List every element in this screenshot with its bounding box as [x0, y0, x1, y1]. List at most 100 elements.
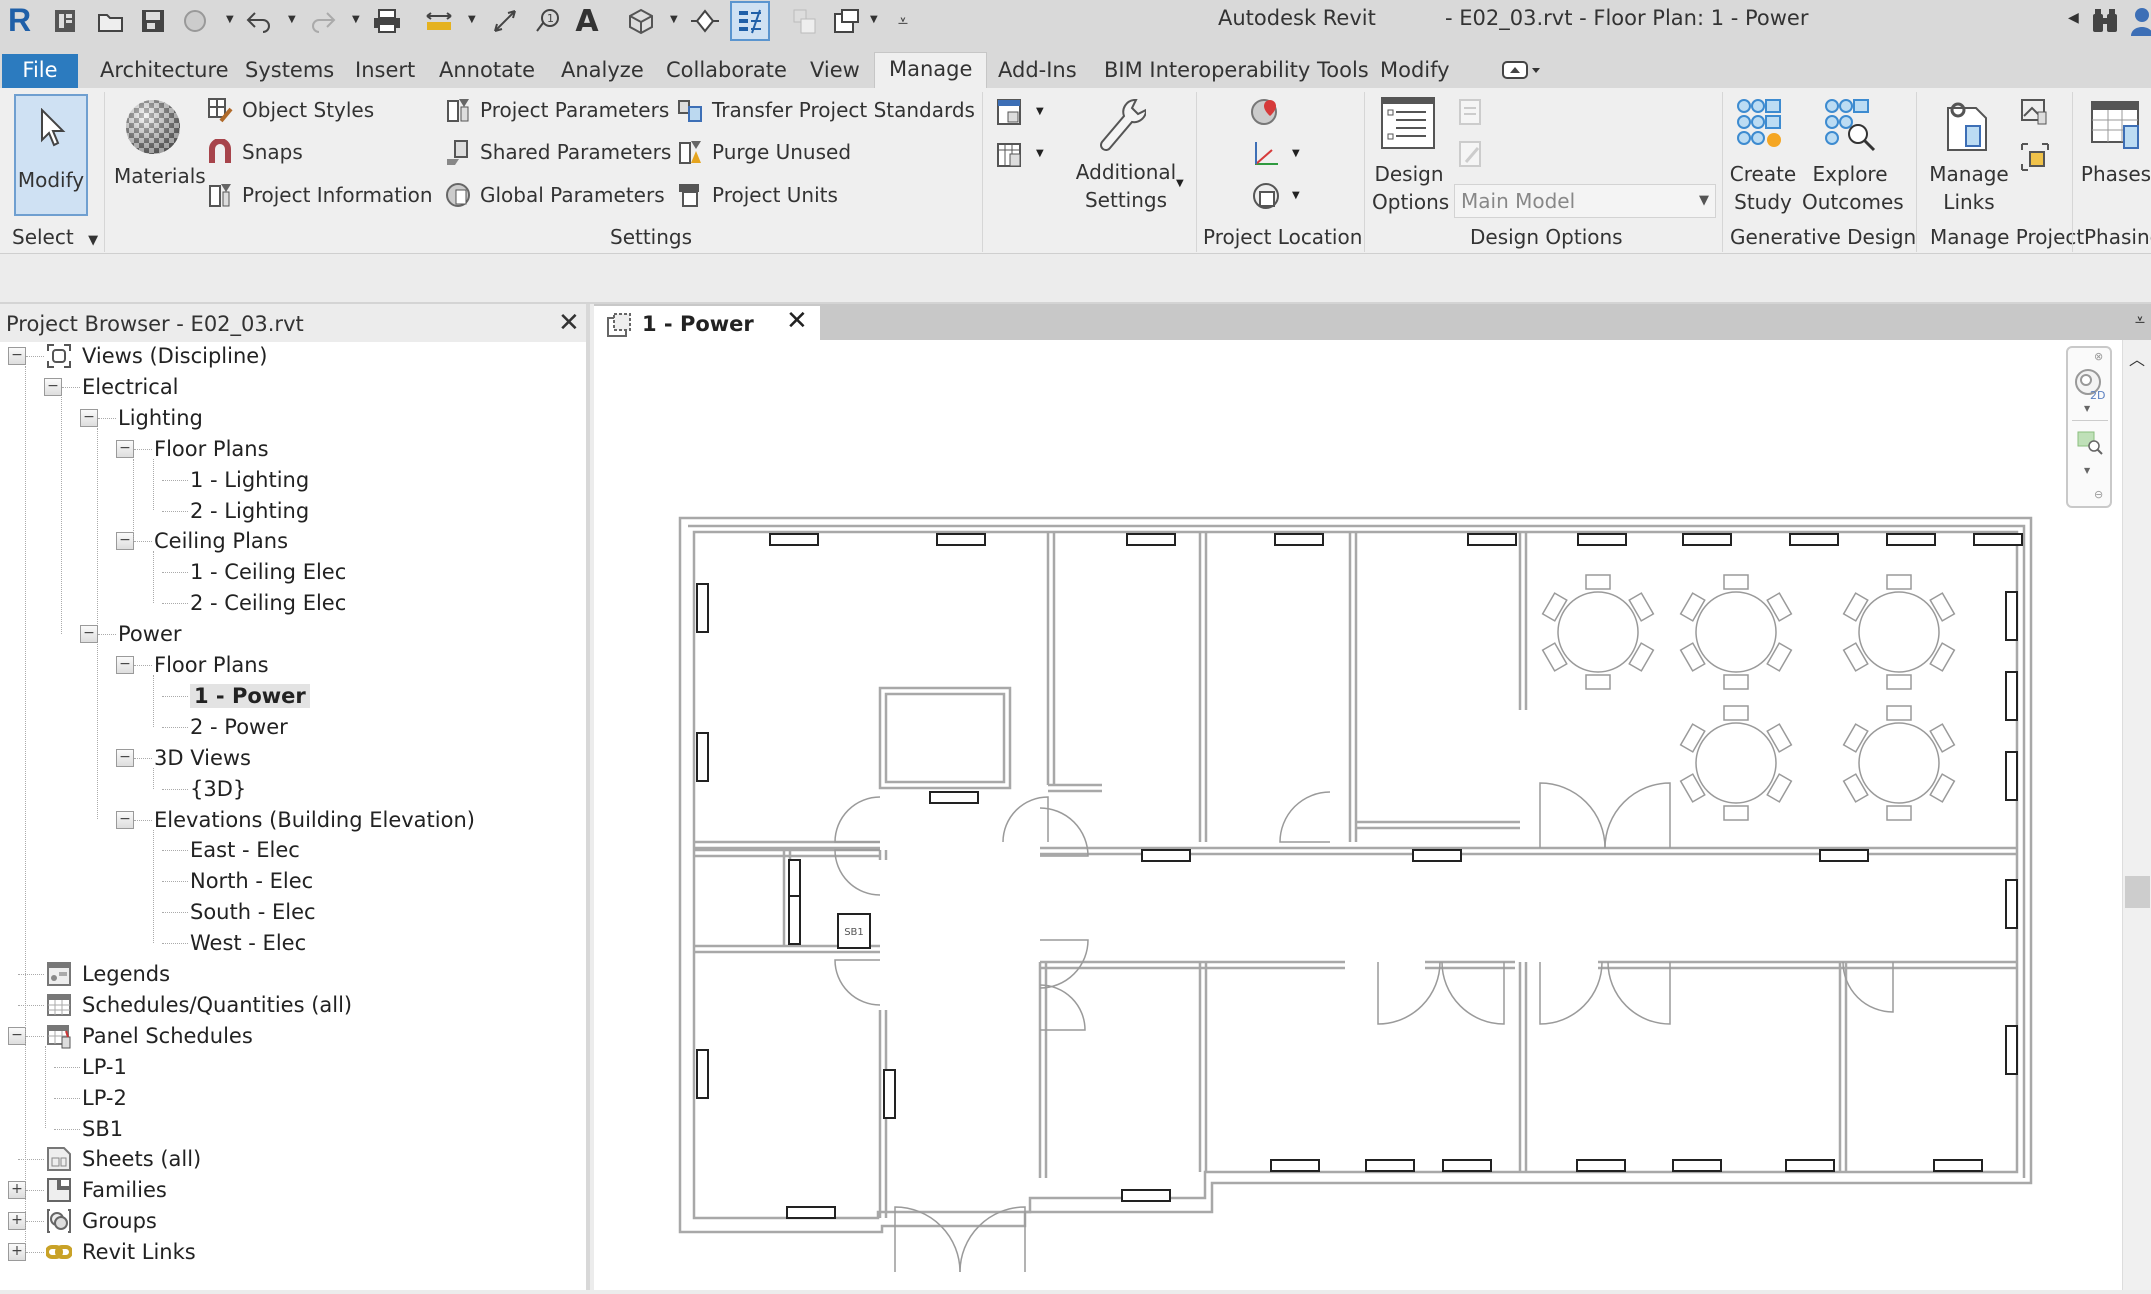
home-icon[interactable] — [50, 6, 80, 36]
tab-modify[interactable]: Modify — [1380, 54, 1450, 88]
project-information-button[interactable]: Project Information — [206, 179, 433, 211]
tab-collaborate[interactable]: Collaborate — [666, 54, 787, 88]
explore-outcomes-button[interactable]: Explore Outcomes — [1802, 92, 1904, 222]
modify-button[interactable]: Modify — [14, 94, 88, 216]
tab-add-ins[interactable]: Add-Ins — [998, 54, 1077, 88]
tag-icon[interactable]: 1 — [532, 6, 562, 36]
collapse-toggle-icon[interactable]: − — [116, 532, 134, 551]
undo-dropdown-icon[interactable]: ▼ — [288, 14, 296, 25]
tree-leaf-item[interactable]: South - Elec — [190, 897, 316, 927]
tab-systems[interactable]: Systems — [245, 54, 334, 88]
pick-to-edit-icon[interactable] — [1458, 140, 1484, 174]
switch-windows-dropdown-icon[interactable]: ▼ — [870, 14, 878, 25]
zoom-dropdown-icon[interactable]: ▼ — [2084, 466, 2090, 475]
close-navbar-icon[interactable]: ⊗ — [2094, 350, 2103, 363]
tree-leaf-item[interactable]: West - Elec — [190, 928, 306, 958]
sync-dropdown-icon[interactable]: ▼ — [226, 14, 234, 25]
tree-leaf-item[interactable]: 2 - Power — [190, 712, 288, 742]
tree-node[interactable]: Ceiling Plans — [154, 526, 288, 556]
collapse-arrow-icon[interactable]: ◀ — [2068, 10, 2079, 26]
purge-unused-button[interactable]: Purge Unused — [676, 136, 851, 168]
tree-node[interactable]: Schedules/Quantities (all) — [46, 990, 352, 1020]
project-parameters-button[interactable]: Project Parameters — [444, 94, 669, 126]
additional-settings-button[interactable]: Additional Settings ▼ — [1070, 92, 1184, 222]
expand-toggle-icon[interactable]: + — [8, 1212, 26, 1231]
collapse-toggle-icon[interactable]: − — [116, 656, 134, 674]
tab-annotate[interactable]: Annotate — [439, 54, 535, 88]
thin-lines-icon[interactable] — [730, 1, 770, 41]
collapse-toggle-icon[interactable]: − — [116, 810, 134, 829]
tree-node[interactable]: Power — [118, 619, 182, 649]
tab-analyze[interactable]: Analyze — [561, 54, 644, 88]
global-parameters-button[interactable]: Global Parameters — [444, 179, 665, 211]
tree-leaf-item[interactable]: North - Elec — [190, 866, 313, 896]
zoom-region-icon[interactable] — [2076, 430, 2106, 462]
view-tabs-menu-icon[interactable]: ⩡ — [2135, 310, 2145, 331]
close-icon[interactable]: ✕ — [558, 308, 580, 338]
tree-node[interactable]: Panel Schedules — [46, 1021, 253, 1051]
manage-links-button[interactable]: Manage Links — [1926, 92, 2012, 222]
tree-node[interactable]: Groups — [46, 1206, 157, 1236]
redo-dropdown-icon[interactable]: ▼ — [352, 14, 360, 25]
location-button[interactable] — [1250, 96, 1282, 128]
tree-leaf-item[interactable]: 2 - Lighting — [190, 496, 309, 526]
collapse-toggle-icon[interactable]: − — [8, 347, 26, 365]
tree-leaf-item[interactable]: 1 - Ceiling Elec — [190, 557, 346, 587]
close-hidden-icon[interactable] — [790, 6, 820, 36]
minimize-ribbon-icon[interactable] — [1502, 60, 1542, 84]
close-view-icon[interactable]: ✕ — [786, 306, 808, 336]
open-icon[interactable] — [96, 6, 126, 36]
manage-images-icon[interactable] — [2020, 98, 2050, 132]
customize-qat-icon[interactable]: ⩡ — [888, 6, 918, 36]
tree-node[interactable]: Sheets (all) — [46, 1144, 201, 1174]
switch-windows-icon[interactable] — [832, 6, 862, 36]
view-tab-1-power[interactable]: 1 - Power ✕ — [594, 306, 820, 342]
tree-leaf-item[interactable]: {3D} — [190, 774, 246, 804]
additional-tool-1-button[interactable]: ▼ — [996, 98, 1048, 132]
print-icon[interactable] — [372, 6, 402, 36]
tree-node[interactable]: Electrical — [82, 372, 179, 402]
measure-icon[interactable] — [424, 6, 454, 36]
transfer-project-standards-button[interactable]: Transfer Project Standards — [676, 94, 975, 126]
save-icon[interactable] — [138, 6, 168, 36]
tree-leaf-item[interactable]: 1 - Lighting — [190, 465, 309, 495]
shared-parameters-button[interactable]: Shared Parameters — [444, 136, 671, 168]
snaps-button[interactable]: Snaps — [206, 136, 303, 168]
tab-manage[interactable]: Manage — [874, 52, 988, 88]
aligned-dimension-icon[interactable] — [490, 6, 520, 36]
collapse-toggle-icon[interactable]: − — [80, 408, 98, 427]
tree-leaf-item[interactable]: LP-2 — [82, 1083, 127, 1113]
tree-leaf-item[interactable]: East - Elec — [190, 835, 300, 865]
undo-icon[interactable] — [244, 6, 274, 36]
drawing-canvas[interactable]: SB1 — [594, 340, 2122, 1290]
expand-toggle-icon[interactable]: + — [8, 1181, 26, 1200]
tab-insert[interactable]: Insert — [355, 54, 415, 88]
position-button[interactable]: ▼ — [1250, 180, 1306, 214]
tree-node[interactable]: 3D Views — [154, 743, 251, 773]
phases-button[interactable]: Phases — [2076, 92, 2151, 222]
tab-architecture[interactable]: Architecture — [100, 54, 229, 88]
select-panel-label[interactable]: Select ▼ — [12, 225, 98, 249]
tree-node[interactable]: Elevations (Building Elevation) — [154, 805, 475, 835]
redo-icon[interactable] — [308, 6, 338, 36]
materials-button[interactable]: Materials — [114, 94, 206, 224]
navbar-options-icon[interactable]: ⊖ — [2094, 488, 2103, 501]
tree-leaf-item[interactable]: 2 - Ceiling Elec — [190, 588, 346, 618]
measure-dropdown-icon[interactable]: ▼ — [468, 14, 476, 25]
binoculars-icon[interactable] — [2090, 6, 2120, 40]
floor-plan[interactable]: SB1 — [594, 340, 2122, 1290]
3d-view-dropdown-icon[interactable]: ▼ — [670, 14, 678, 25]
collapse-toggle-icon[interactable]: − — [116, 439, 134, 458]
expand-toggle-icon[interactable]: + — [8, 1243, 26, 1262]
tree-node[interactable]: Lighting — [118, 403, 203, 433]
tab-file[interactable]: File — [2, 54, 78, 88]
text-icon[interactable]: A — [572, 4, 602, 39]
user-icon[interactable] — [2130, 6, 2151, 40]
tree-node[interactable]: Floor Plans — [154, 434, 269, 464]
tree-node[interactable]: Floor Plans — [154, 650, 269, 680]
tree-leaf-item[interactable]: 1 - Power — [190, 681, 310, 711]
starting-view-icon[interactable] — [2020, 142, 2050, 176]
add-to-set-icon[interactable] — [1458, 98, 1484, 132]
tree-node[interactable]: Legends — [46, 959, 170, 989]
tree-node[interactable]: Views (Discipline) — [46, 341, 267, 371]
